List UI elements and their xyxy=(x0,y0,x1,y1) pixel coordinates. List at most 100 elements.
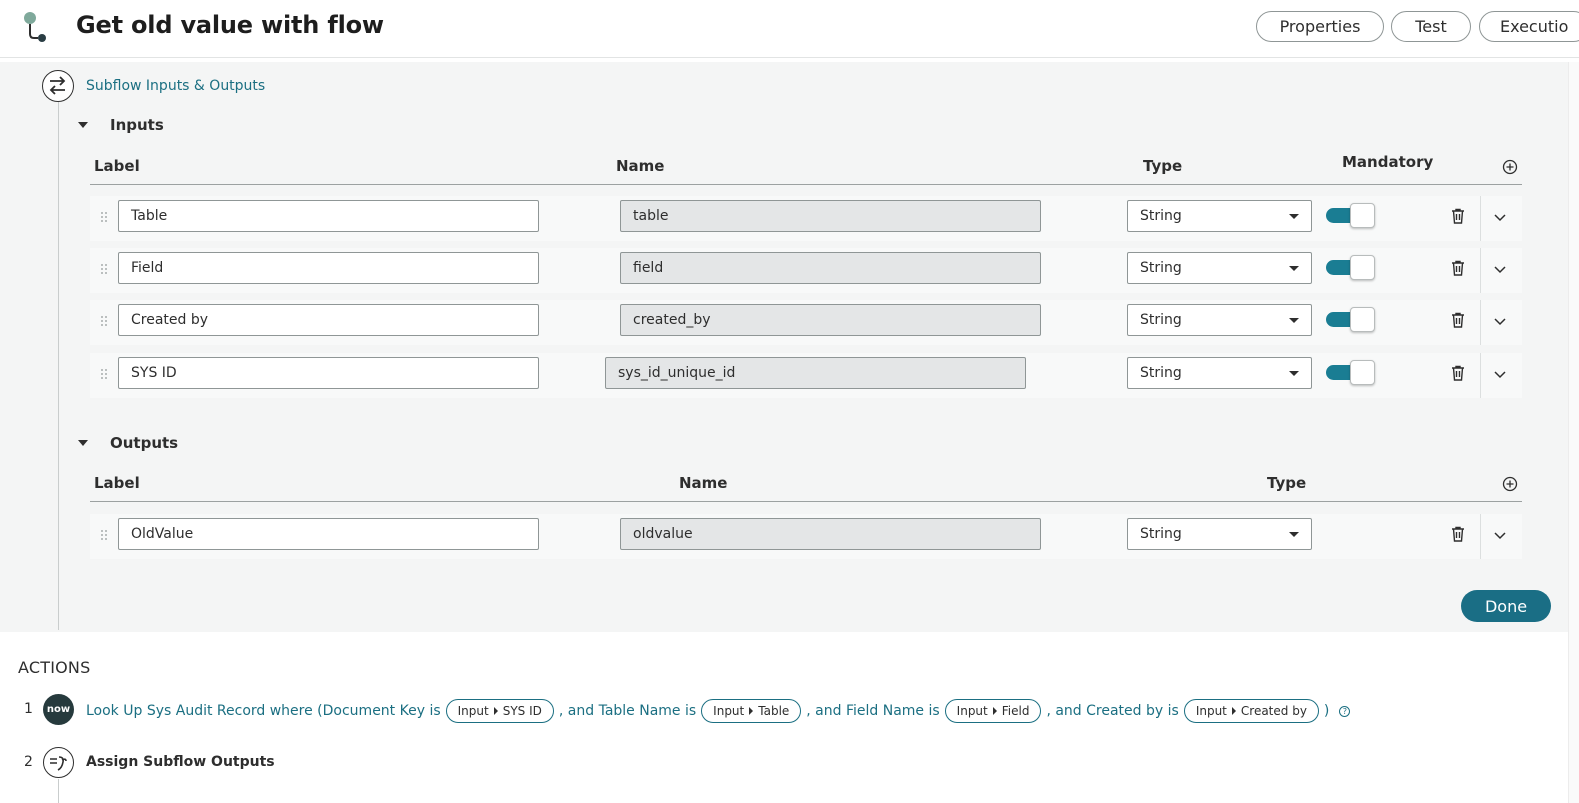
chevron-down-icon[interactable] xyxy=(1493,367,1507,381)
trash-icon[interactable] xyxy=(1451,208,1465,224)
type-value: String xyxy=(1140,526,1182,542)
output-name-field: oldvalue xyxy=(620,518,1041,550)
row-divider xyxy=(1480,514,1481,559)
assign-outputs-action[interactable]: Assign Subflow Outputs xyxy=(86,754,275,770)
action-number: 2 xyxy=(24,754,33,770)
input-name-field: field xyxy=(620,252,1041,284)
type-value: String xyxy=(1140,312,1182,328)
now-logo-icon: now xyxy=(43,694,74,725)
drag-handle-icon[interactable] xyxy=(101,264,107,274)
trash-icon[interactable] xyxy=(1451,365,1465,381)
drag-handle-icon[interactable] xyxy=(101,212,107,222)
action-text: , and Created by is xyxy=(1046,703,1179,719)
drag-handle-icon[interactable] xyxy=(101,316,107,326)
output-row: OldValue oldvalue String xyxy=(90,514,1522,559)
drag-handle-icon[interactable] xyxy=(101,530,107,540)
lookup-action[interactable]: Look Up Sys Audit Record where (Document… xyxy=(86,698,1351,724)
mandatory-toggle[interactable] xyxy=(1325,255,1375,280)
scrollbar[interactable] xyxy=(1568,62,1579,803)
row-divider xyxy=(1480,196,1481,241)
add-input-icon[interactable] xyxy=(1502,159,1518,175)
caret-right-icon xyxy=(749,707,754,715)
row-divider xyxy=(1480,353,1481,398)
trash-icon[interactable] xyxy=(1451,260,1465,276)
type-value: String xyxy=(1140,365,1182,381)
add-output-icon[interactable] xyxy=(1502,476,1518,492)
timeline-line xyxy=(58,102,59,630)
caret-down-icon xyxy=(1289,214,1299,219)
input-row: Created by created_by String xyxy=(90,300,1522,345)
help-icon[interactable]: ? xyxy=(1339,705,1351,717)
input-name-field: table xyxy=(620,200,1041,232)
flow-header: Get old value with flow Properties Test … xyxy=(0,0,1579,58)
chevron-down-icon[interactable] xyxy=(1493,528,1507,542)
data-pill[interactable]: Input Created by xyxy=(1183,699,1319,723)
assign-outputs-icon xyxy=(43,747,74,778)
pill-source: Input xyxy=(457,704,489,718)
input-name-field: sys_id_unique_id xyxy=(605,357,1026,389)
caret-down-icon[interactable] xyxy=(78,440,88,446)
caret-right-icon xyxy=(992,707,997,715)
caret-right-icon xyxy=(1231,707,1236,715)
mandatory-toggle[interactable] xyxy=(1325,360,1375,385)
row-divider xyxy=(1480,300,1481,345)
inputs-col-type: Type xyxy=(1143,157,1183,175)
pill-source: Input xyxy=(1195,704,1227,718)
data-pill[interactable]: Input Table xyxy=(701,699,802,723)
actions-heading: ACTIONS xyxy=(18,658,91,677)
swap-arrows-icon xyxy=(42,70,74,102)
inputs-header-divider xyxy=(90,184,1522,185)
outputs-col-label: Label xyxy=(94,474,140,492)
output-type-select[interactable]: String xyxy=(1127,518,1312,550)
trash-icon[interactable] xyxy=(1451,526,1465,542)
input-name-field: created_by xyxy=(620,304,1041,336)
action-text: , and Table Name is xyxy=(558,703,697,719)
type-value: String xyxy=(1140,208,1182,224)
inputs-title: Inputs xyxy=(110,116,164,134)
timeline-line xyxy=(58,779,59,803)
input-row: Field field String xyxy=(90,248,1522,293)
outputs-col-type: Type xyxy=(1267,474,1307,492)
data-pill[interactable]: Input SYS ID xyxy=(445,699,554,723)
input-type-select[interactable]: String xyxy=(1127,252,1312,284)
outputs-header-divider xyxy=(90,501,1522,502)
mandatory-toggle[interactable] xyxy=(1325,307,1375,332)
pill-field: Table xyxy=(758,704,790,718)
pill-field: Created by xyxy=(1240,704,1307,718)
output-label-field[interactable]: OldValue xyxy=(118,518,539,550)
done-button[interactable]: Done xyxy=(1461,590,1551,622)
type-value: String xyxy=(1140,260,1182,276)
mandatory-toggle[interactable] xyxy=(1325,203,1375,228)
flow-logo-icon xyxy=(24,12,46,42)
subflow-io-link[interactable]: Subflow Inputs & Outputs xyxy=(86,78,265,94)
input-label-field[interactable]: Table xyxy=(118,200,539,232)
test-button[interactable]: Test xyxy=(1391,11,1471,42)
row-divider xyxy=(1480,248,1481,293)
pill-source: Input xyxy=(713,704,745,718)
chevron-down-icon[interactable] xyxy=(1493,210,1507,224)
chevron-down-icon[interactable] xyxy=(1493,262,1507,276)
action-text: ) xyxy=(1323,703,1330,719)
executions-button[interactable]: Executio xyxy=(1479,11,1579,42)
input-type-select[interactable]: String xyxy=(1127,357,1312,389)
pill-field: Field xyxy=(1001,704,1030,718)
input-type-select[interactable]: String xyxy=(1127,200,1312,232)
trash-icon[interactable] xyxy=(1451,312,1465,328)
data-pill[interactable]: Input Field xyxy=(944,699,1042,723)
input-row: Table table String xyxy=(90,196,1522,241)
input-type-select[interactable]: String xyxy=(1127,304,1312,336)
outputs-title: Outputs xyxy=(110,434,179,452)
input-label-field[interactable]: Created by xyxy=(118,304,539,336)
drag-handle-icon[interactable] xyxy=(101,369,107,379)
caret-down-icon xyxy=(1289,318,1299,323)
input-row: SYS ID sys_id_unique_id String xyxy=(90,353,1522,398)
action-text: , and Field Name is xyxy=(806,703,940,719)
outputs-col-name: Name xyxy=(679,474,728,492)
input-label-field[interactable]: Field xyxy=(118,252,539,284)
properties-button[interactable]: Properties xyxy=(1256,11,1384,42)
caret-down-icon[interactable] xyxy=(78,122,88,128)
pill-field: SYS ID xyxy=(502,704,542,718)
chevron-down-icon[interactable] xyxy=(1493,314,1507,328)
input-label-field[interactable]: SYS ID xyxy=(118,357,539,389)
page-title: Get old value with flow xyxy=(76,11,384,39)
